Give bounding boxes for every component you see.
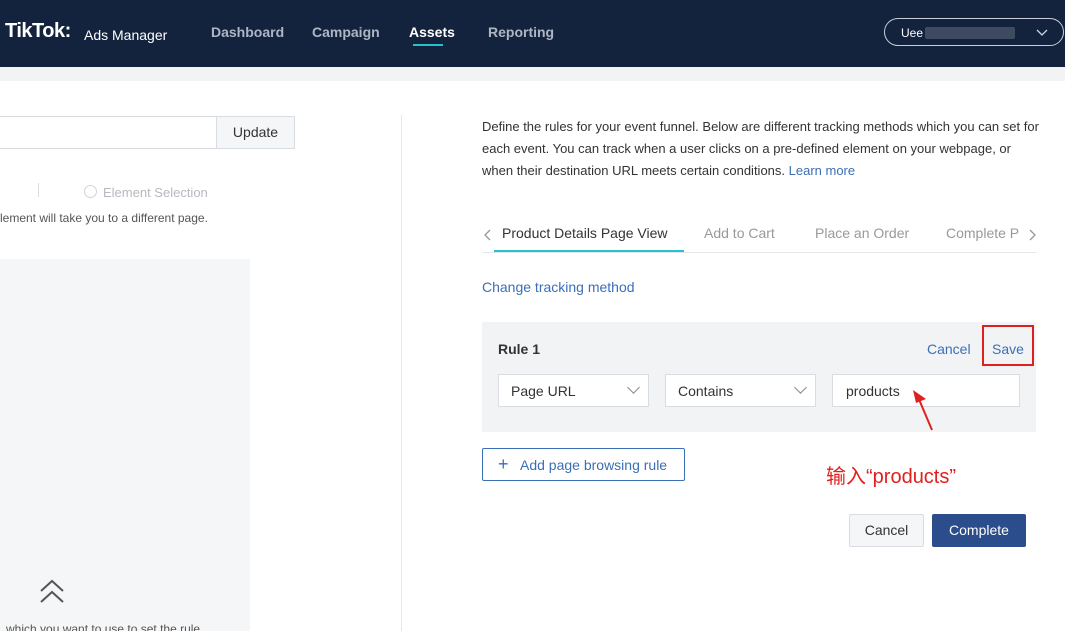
option-divider <box>38 183 39 197</box>
preview-instruction-text: which you want to use to set the rule <box>6 622 201 631</box>
chevron-down-icon <box>794 381 807 394</box>
rule-operator-value: Contains <box>678 383 734 399</box>
panel-divider <box>401 115 402 631</box>
change-tracking-method-link[interactable]: Change tracking method <box>482 279 635 295</box>
rule-cancel-button[interactable]: Cancel <box>927 341 971 357</box>
user-name: Uee <box>901 26 924 40</box>
header-spacer <box>0 67 1065 81</box>
double-chevron-up-icon[interactable] <box>38 578 66 606</box>
rule-card: Rule 1 Cancel Save Page URL Contains pro… <box>482 322 1036 432</box>
nav-dashboard[interactable]: Dashboard <box>211 24 284 40</box>
cancel-button[interactable]: Cancel <box>849 514 924 547</box>
user-name-redaction <box>925 27 1015 39</box>
rule-field-value: Page URL <box>511 383 576 399</box>
plus-icon: + <box>498 454 509 474</box>
page-preview-area <box>0 259 250 631</box>
description-text: Define the rules for your event funnel. … <box>482 119 1039 178</box>
rule-field-select[interactable]: Page URL <box>498 374 649 407</box>
page-url-input[interactable] <box>0 116 217 149</box>
nav-reporting[interactable]: Reporting <box>488 24 554 40</box>
rule-save-button[interactable]: Save <box>992 341 1024 357</box>
tiktok-logo[interactable]: TikTok: <box>5 20 71 43</box>
nav-assets[interactable]: Assets <box>409 24 455 40</box>
annotation-arrow-icon <box>913 390 933 431</box>
rule-operator-select[interactable]: Contains <box>665 374 816 407</box>
tab-add-to-cart[interactable]: Add to Cart <box>704 225 775 241</box>
chevron-down-icon <box>1036 29 1048 36</box>
annotation-text: 输入“products” <box>826 466 957 488</box>
element-selection-label: Element Selection <box>103 185 208 200</box>
funnel-description: Define the rules for your event funnel. … <box>482 116 1042 182</box>
tab-complete-payment[interactable]: Complete P <box>946 225 1019 241</box>
event-tabs: Product Details Page View Add to Cart Pl… <box>482 213 1036 253</box>
rule-value-text: products <box>846 383 900 399</box>
hint-text: lement will take you to a different page… <box>0 211 208 225</box>
nav-campaign[interactable]: Campaign <box>312 24 380 40</box>
chevron-down-icon <box>627 381 640 394</box>
chevron-left-icon[interactable] <box>482 225 494 243</box>
rule-title: Rule 1 <box>498 341 541 357</box>
chevron-right-icon[interactable] <box>1026 225 1038 243</box>
learn-more-link[interactable]: Learn more <box>789 163 855 178</box>
element-selection-radio[interactable] <box>84 185 97 198</box>
active-tab-indicator <box>494 250 684 252</box>
update-button[interactable]: Update <box>216 116 295 149</box>
top-navigation-bar: TikTok: Ads Manager Dashboard Campaign A… <box>0 0 1065 67</box>
tab-place-an-order[interactable]: Place an Order <box>815 225 909 241</box>
add-rule-label: Add page browsing rule <box>520 457 668 473</box>
tab-product-details-page-view[interactable]: Product Details Page View <box>502 225 668 241</box>
user-account-dropdown[interactable]: Uee <box>884 18 1064 46</box>
active-nav-indicator <box>413 44 443 46</box>
complete-button[interactable]: Complete <box>932 514 1026 547</box>
add-page-browsing-rule-button[interactable]: + Add page browsing rule <box>482 448 685 481</box>
ads-manager-label: Ads Manager <box>84 27 168 43</box>
